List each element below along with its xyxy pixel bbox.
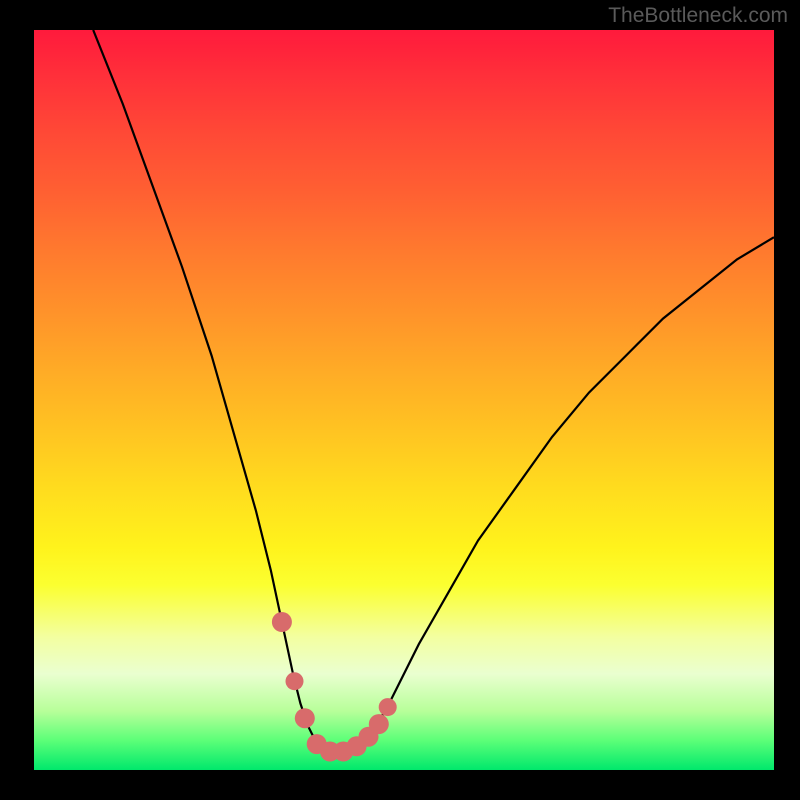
curve-marker [369,714,389,734]
curve-marker [379,698,397,716]
plot-area [34,30,774,770]
bottleneck-curve [93,30,774,752]
curve-marker [286,672,304,690]
chart-svg [34,30,774,770]
curve-marker [295,708,315,728]
marker-group [272,612,397,762]
curve-marker [272,612,292,632]
attribution-text: TheBottleneck.com [608,4,788,28]
